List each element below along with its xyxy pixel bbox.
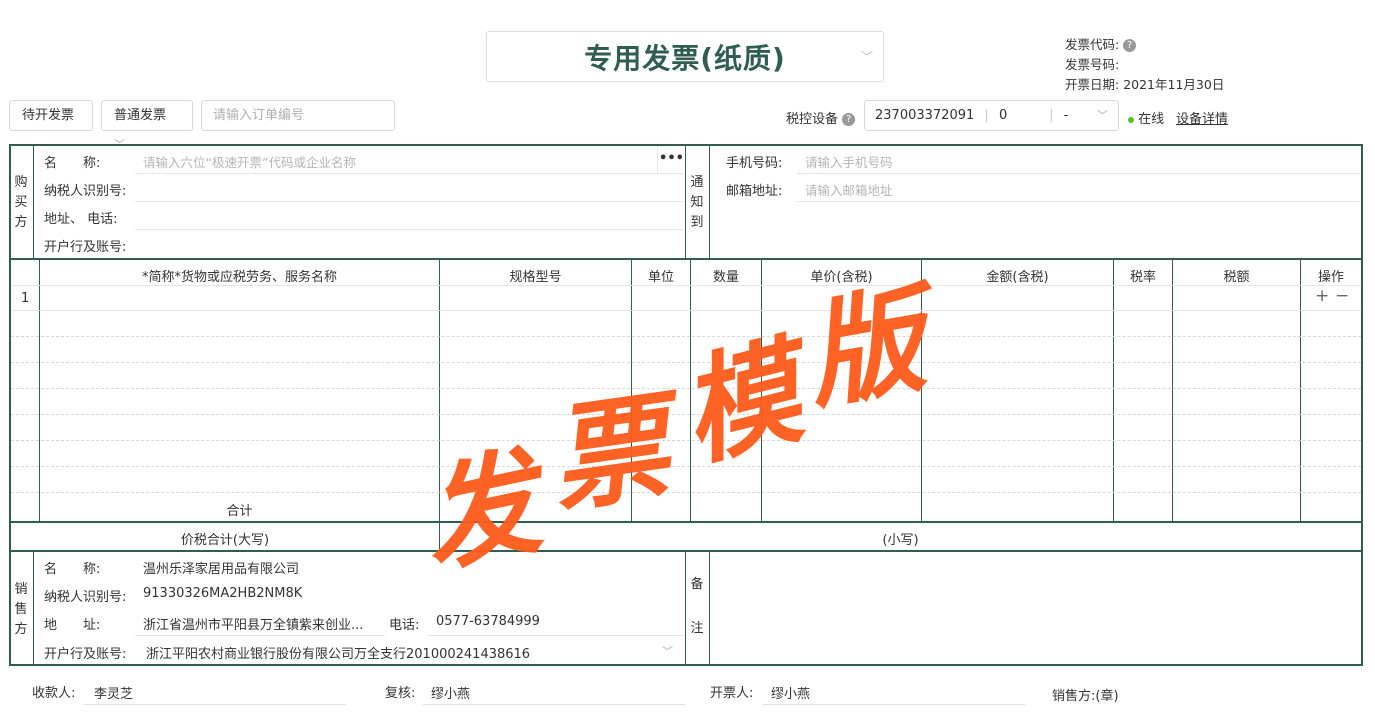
buyer-address-input[interactable]	[135, 204, 683, 228]
help-icon[interactable]: ?	[1123, 39, 1137, 52]
buyer-bank-label: 开户行及账号:	[44, 240, 127, 255]
col-unit: 单位	[647, 270, 674, 285]
seller-name-label: 名 称:	[44, 562, 101, 577]
seller-phone-label: 电话:	[389, 618, 420, 633]
seller-taxid-label: 纳税人识别号:	[44, 590, 127, 605]
online-dot-icon	[1128, 116, 1134, 123]
remarks-input[interactable]	[711, 552, 1361, 664]
subtotal-label: 合计	[226, 504, 253, 519]
help-icon[interactable]: ?	[842, 113, 856, 126]
invoice-code-label: 发票代码:	[1065, 37, 1120, 52]
reviewer-value[interactable]: 缪小燕	[431, 683, 470, 702]
col-name: *简称*货物或应税劳务、服务名称	[141, 270, 337, 285]
seller-seal-label: 销售方:(章)	[1052, 689, 1119, 704]
seller-address-value[interactable]: 浙江省温州市平阳县万全镇紫来创业...	[143, 614, 363, 633]
buyer-name-input[interactable]: 请输入六位“极速开票”代码或企业名称	[143, 152, 356, 171]
invoice-meta: 发票代码: ? 发票号码: 开票日期: 2021年11月30日	[1065, 35, 1224, 95]
invoice-category-select[interactable]: 普通发票 ﹀	[101, 100, 193, 151]
device-dash: -	[1063, 108, 1069, 123]
order-number-input[interactable]: 请输入订单编号	[201, 100, 395, 131]
invoice-number-label: 发票号码:	[1065, 57, 1120, 72]
col-qty: 数量	[712, 270, 739, 285]
issuer-value[interactable]: 缪小燕	[771, 683, 810, 702]
total-big-label: 价税合计(大写)	[180, 533, 270, 548]
col-action: 操作	[1317, 270, 1344, 285]
buyer-taxid-input[interactable]	[135, 176, 683, 200]
seller-bank-select[interactable]: 浙江平阳农村商业银行股份有限公司万全支行201000241438616 ﹀	[135, 637, 683, 663]
email-input[interactable]: 请输入邮箱地址	[805, 180, 893, 199]
tax-device-select[interactable]: 237003372091 | 0 | - ﹀	[864, 100, 1119, 131]
watermark-char: 票	[542, 378, 677, 530]
device-detail-link[interactable]: 设备详情	[1176, 108, 1228, 127]
phone-label: 手机号码:	[726, 156, 783, 171]
pending-invoices-button[interactable]: 待开发票	[9, 100, 93, 131]
invoice-category-value: 普通发票	[114, 108, 167, 123]
buyer-bank-input[interactable]	[135, 232, 683, 256]
chevron-down-icon: ﹀	[662, 645, 673, 658]
reviewer-label: 复核:	[385, 686, 416, 701]
invoice-date-value: 2021年11月30日	[1123, 77, 1225, 92]
seller-side-label: 销售方	[14, 582, 28, 637]
notify-side-label: 通知到	[690, 175, 704, 230]
seller-taxid-value[interactable]: 91330326MA2HB2NM8K	[143, 586, 302, 601]
invoice-title: 专用发票(纸质)	[584, 41, 786, 75]
invoice-date-label: 开票日期:	[1065, 77, 1120, 92]
col-spec: 规格型号	[509, 270, 562, 285]
col-tax: 税额	[1223, 270, 1250, 285]
buyer-taxid-label: 纳税人识别号:	[44, 184, 127, 199]
issuer-label: 开票人:	[710, 686, 754, 701]
col-amount: 金额(含税)	[986, 270, 1049, 285]
row-number: 1	[21, 291, 30, 306]
payee-value[interactable]: 李灵芝	[94, 683, 133, 702]
device-id: 237003372091	[875, 108, 975, 123]
payee-label: 收款人:	[32, 686, 76, 701]
buyer-side-label: 购买方	[14, 175, 28, 230]
device-number: 0	[998, 108, 1008, 123]
buyer-name-label: 名 称:	[44, 156, 101, 171]
invoice-type-select[interactable]: 专用发票(纸质) ﹀	[486, 31, 884, 82]
chevron-down-icon: ﹀	[860, 50, 873, 64]
col-taxrate: 税率	[1129, 270, 1156, 285]
chevron-down-icon: ﹀	[1097, 109, 1108, 122]
phone-input[interactable]: 请输入手机号码	[805, 152, 893, 171]
tax-device-label: 税控设备 ?	[786, 108, 856, 127]
remarks-side-label: 备注	[690, 577, 704, 636]
email-label: 邮箱地址:	[726, 184, 783, 199]
more-icon[interactable]: •••	[657, 147, 685, 173]
remove-row-icon[interactable]: −	[1335, 286, 1349, 306]
seller-phone-value[interactable]: 0577-63784999	[436, 614, 540, 629]
seller-bank-value: 浙江平阳农村商业银行股份有限公司万全支行201000241438616	[146, 647, 531, 662]
seller-bank-label: 开户行及账号:	[44, 647, 127, 662]
online-status: 在线	[1128, 108, 1164, 127]
seller-name-value[interactable]: 温州乐泽家居用品有限公司	[143, 558, 299, 577]
buyer-address-label: 地址、 电话:	[44, 212, 118, 227]
seller-address-label: 地 址:	[44, 618, 101, 633]
add-row-icon[interactable]: +	[1315, 286, 1329, 306]
